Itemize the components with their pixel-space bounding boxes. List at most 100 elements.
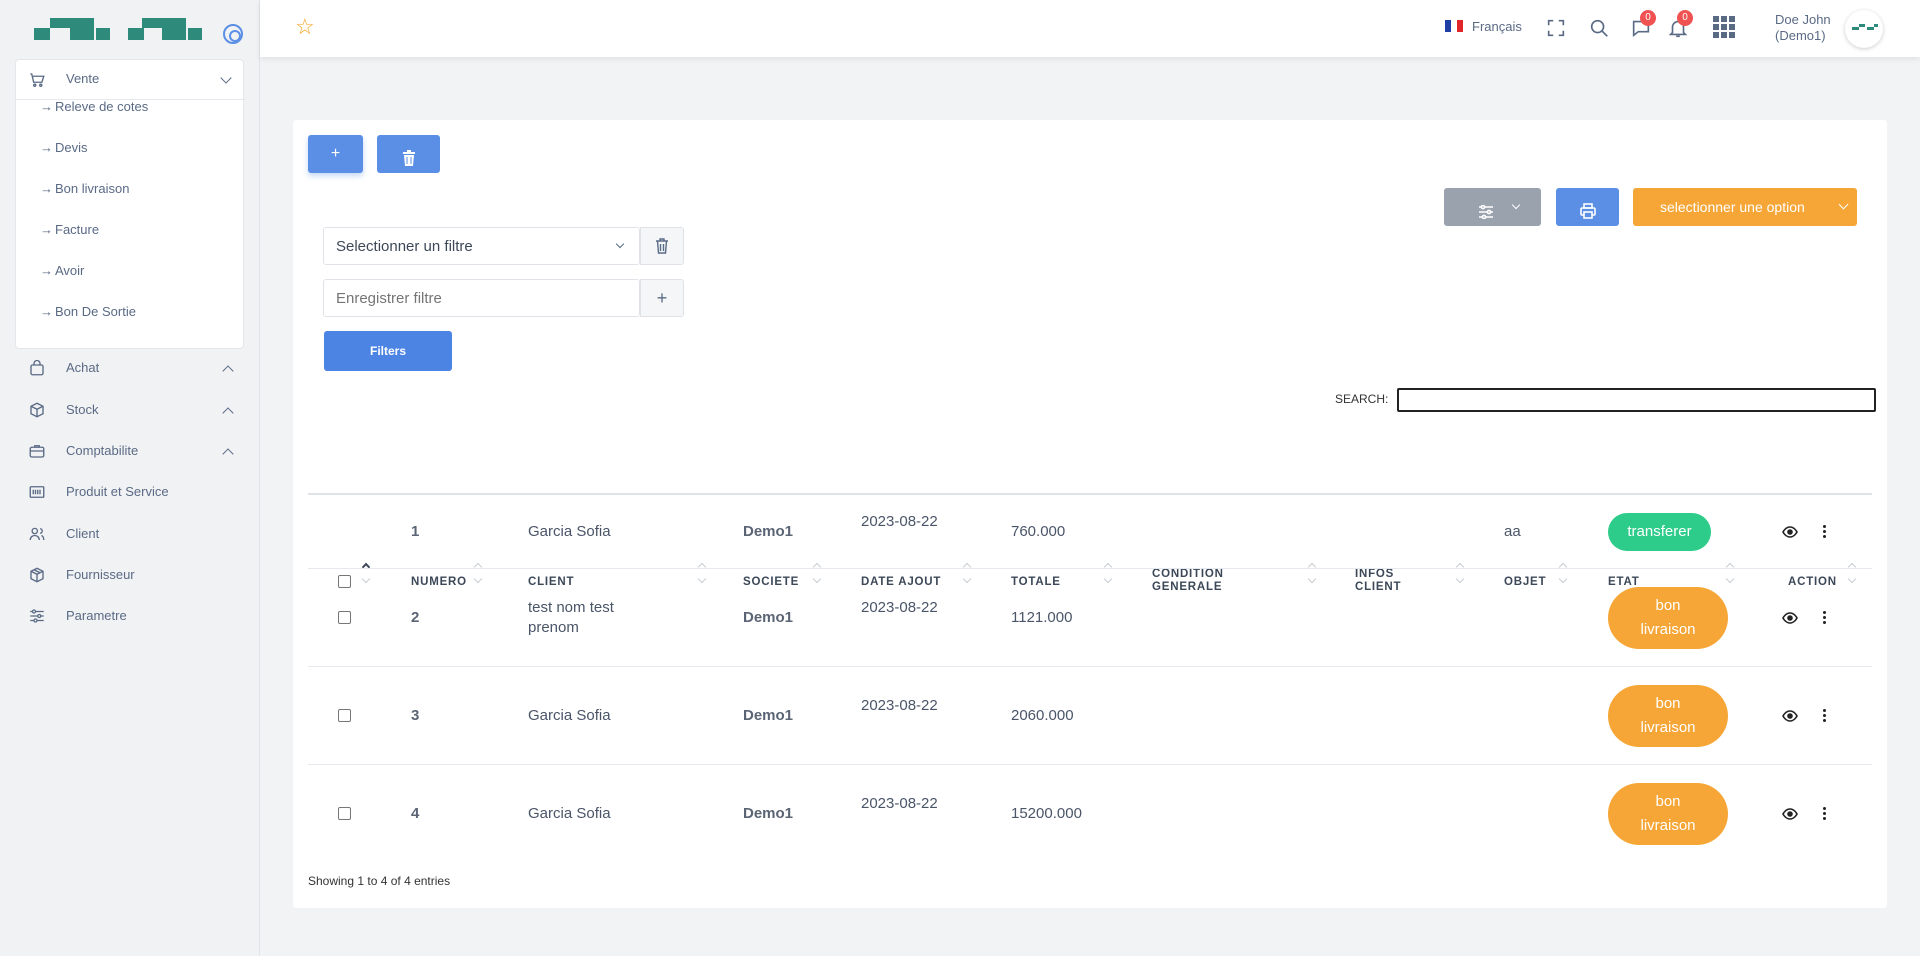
cell-societe: Demo1 [743,609,794,626]
status-badge: bon livraison [1608,685,1728,747]
sidebar-subitem-bon-de-sortie[interactable]: → Bon De Sortie [40,304,136,319]
cell-client: Garcia Sofia [528,707,611,724]
chevron-down-icon [1838,199,1849,210]
box-icon [30,402,44,418]
more-vertical-icon[interactable] [1823,611,1827,625]
sidebar-item-label: Vente [66,71,100,86]
main-card: + selectionner une option Selectionner u… [293,120,1887,908]
cell-totale: 15200.000 [1011,805,1082,822]
table-header: NUMERO CLIENT SOCIETE DATE AJOUT TOTALE … [308,438,1872,593]
cell-societe: Demo1 [743,523,794,540]
sidebar-item-produit-service[interactable]: Produit et Service [28,481,238,505]
eye-icon[interactable] [1782,612,1798,624]
more-vertical-icon[interactable] [1823,709,1827,723]
sidebar-item-achat[interactable]: Achat [28,357,238,381]
save-filter-button[interactable]: + [640,279,684,317]
chevron-down-icon [615,239,625,249]
barcode-icon [29,486,45,498]
user-name[interactable]: Doe John (Demo1) [1775,12,1845,44]
table-row[interactable]: 2 test nom test prenom Demo1 2023-08-22 … [308,569,1872,667]
sidebar-subitem-releve[interactable]: → Releve de cotes [40,99,148,114]
cell-client: test nom test prenom [528,599,614,636]
sidebar-toggle-icon[interactable] [223,24,243,44]
sidebar-item-stock[interactable]: Stock [28,399,238,423]
cell-numero: 1 [411,523,420,540]
sidebar-menu-vente: Vente → Releve de cotes → Devis → Bon livra… [15,59,245,349]
fullscreen-icon[interactable] [1545,17,1567,39]
avatar[interactable] [1845,10,1883,48]
cell-societe: Demo1 [743,805,794,822]
cell-date: 2023-08-22 [861,599,938,616]
column-settings-button[interactable] [1444,188,1541,226]
row-checkbox[interactable] [338,611,351,624]
language-selector[interactable]: Français [1472,19,1522,34]
eye-icon[interactable] [1782,526,1798,538]
add-button[interactable]: + [308,135,363,173]
trash-icon [402,150,415,166]
apps-grid-icon[interactable] [1712,15,1736,39]
cell-totale: 2060.000 [1011,707,1074,724]
cell-totale: 1121.000 [1011,609,1073,626]
star-icon[interactable]: ☆ [295,16,315,38]
sidebar-item-parametre[interactable]: Parametre [28,605,238,629]
cell-client: Garcia Sofia [528,805,611,822]
sidebar-item-fournisseur[interactable]: Fournisseur [28,564,238,588]
option-select[interactable]: selectionner une option [1633,188,1857,226]
sliders-icon [1478,204,1493,219]
cell-date: 2023-08-22 [861,697,938,714]
chevron-up-icon [222,448,234,460]
table-row[interactable]: 3 Garcia Sofia Demo1 2023-08-22 2060.000… [308,667,1872,765]
sidebar-subitem-avoir[interactable]: → Avoir [40,263,84,278]
sidebar: Vente → Releve de cotes → Devis → Bon livra… [0,0,260,956]
more-vertical-icon[interactable] [1823,525,1827,539]
bag-icon [30,359,44,376]
table-row[interactable]: 4 Garcia Sofia Demo1 2023-08-22 15200.00… [308,765,1872,863]
search-input[interactable] [1397,388,1876,412]
sliders-icon [30,609,44,623]
print-button[interactable] [1556,188,1619,226]
cell-date: 2023-08-22 [861,513,938,530]
logo[interactable] [34,18,204,48]
cart-icon [30,73,45,87]
chevron-down-icon [1511,200,1521,210]
notifications-badge: 0 [1677,10,1693,26]
sidebar-subitem-facture[interactable]: → Facture [40,222,99,237]
filters-button[interactable]: Filters [324,331,452,371]
cell-numero: 3 [411,707,420,724]
trash-icon [656,238,668,254]
chevron-up-icon [222,365,234,377]
filter-select[interactable]: Selectionner un filtre [323,227,640,265]
cell-client: Garcia Sofia [528,523,611,540]
status-badge: transferer [1608,513,1711,551]
search-icon[interactable] [1588,17,1610,39]
sidebar-subitem-devis[interactable]: → Devis [40,140,88,155]
messages-button[interactable]: 0 [1630,10,1656,39]
sidebar-subitem-bon-livraison[interactable]: → Bon livraison [40,181,129,196]
sidebar-item-client[interactable]: Client [28,523,238,547]
row-checkbox[interactable] [338,807,351,820]
messages-badge: 0 [1640,10,1656,26]
eye-icon[interactable] [1782,710,1798,722]
delete-filter-button[interactable] [640,227,684,265]
delete-button[interactable] [377,135,440,173]
briefcase-icon [29,445,45,458]
status-badge: bon livraison [1608,587,1728,649]
sidebar-item-vente[interactable]: Vente [16,60,245,100]
filter-name-input[interactable] [323,279,640,317]
cell-totale: 760.000 [1011,523,1066,540]
cell-objet: aa [1504,523,1521,540]
more-vertical-icon[interactable] [1823,807,1827,821]
table-row[interactable]: 1 Garcia Sofia Demo1 2023-08-22 760.000 … [308,495,1872,569]
printer-icon [1579,203,1596,219]
notifications-button[interactable]: 0 [1667,10,1693,39]
cell-societe: Demo1 [743,707,794,724]
users-icon [29,527,45,541]
sidebar-item-comptabilite[interactable]: Comptabilite [28,440,238,464]
chevron-down-icon [220,72,232,84]
eye-icon[interactable] [1782,808,1798,820]
france-flag-icon[interactable] [1445,20,1463,32]
package-icon [30,567,44,583]
cell-numero: 4 [411,805,420,822]
row-checkbox[interactable] [338,709,351,722]
status-badge: bon livraison [1608,783,1728,845]
